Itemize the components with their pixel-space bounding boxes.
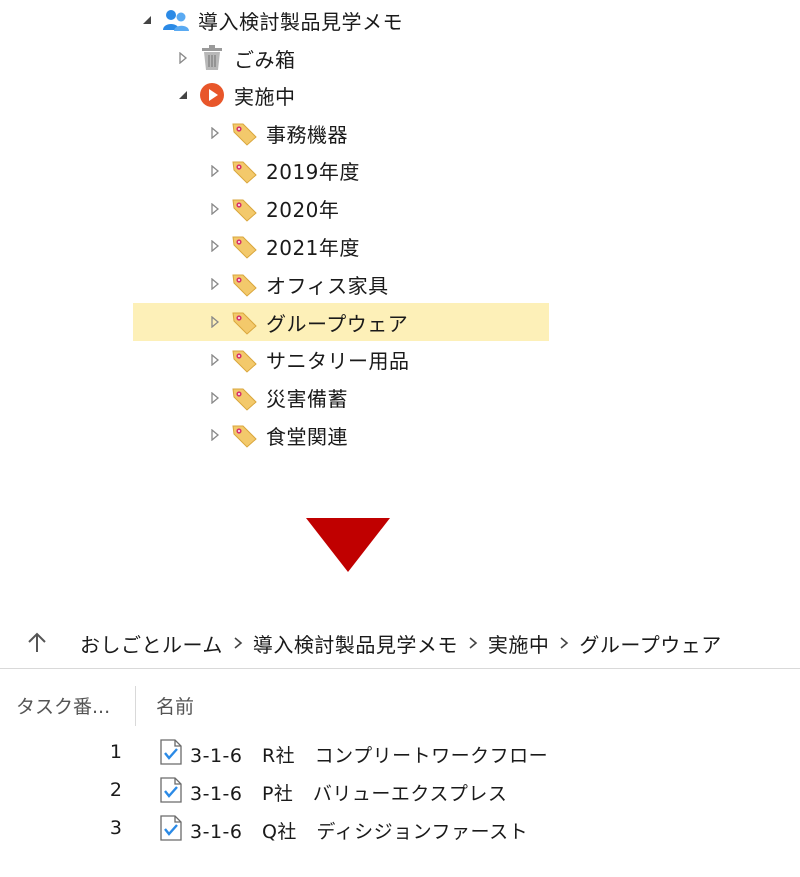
tree-node-label: 2021年度 <box>266 235 360 260</box>
column-header-name[interactable]: 名前 <box>156 692 194 719</box>
checked-document-icon <box>160 777 184 803</box>
tree-node-tag[interactable]: サニタリー用品 <box>208 342 410 378</box>
tree-node-active[interactable]: 実施中 <box>176 77 296 113</box>
tree-node-label: 食堂関連 <box>266 424 348 449</box>
tree-node-tag[interactable]: グループウェア <box>208 304 408 340</box>
expand-arrow-icon[interactable] <box>208 126 222 140</box>
collapse-arrow-icon[interactable] <box>140 13 154 27</box>
expand-arrow-icon[interactable] <box>208 391 222 405</box>
breadcrumb-item[interactable]: おしごとルーム <box>80 629 223 658</box>
tag-icon <box>230 421 258 449</box>
tag-icon <box>230 384 258 412</box>
tag-icon <box>230 195 258 223</box>
tree-node-label: 災害備蓄 <box>266 387 348 412</box>
column-divider[interactable] <box>135 686 136 726</box>
tag-icon <box>230 270 258 298</box>
tree-node-label: 2020年 <box>266 198 340 223</box>
column-header-task-number[interactable]: タスク番... <box>16 692 110 719</box>
breadcrumb-item[interactable]: 実施中 <box>488 629 550 658</box>
tree-node-tag[interactable]: 食堂関連 <box>208 417 348 453</box>
file-name: 3-1-6 P社 バリューエクスプレス <box>190 783 508 805</box>
tree-node-label: 事務機器 <box>266 122 348 147</box>
collapse-arrow-icon[interactable] <box>176 88 190 102</box>
tree-node-root-label: 導入検討製品見学メモ <box>198 9 403 34</box>
list-row[interactable]: 3 3-1-6 Q社 ディシジョンファースト <box>0 809 800 847</box>
tag-icon <box>230 232 258 260</box>
tree-node-label: グループウェア <box>266 311 409 336</box>
checked-document-icon <box>160 739 184 765</box>
tree-node-trash[interactable]: ごみ箱 <box>176 40 296 76</box>
chevron-right-icon[interactable] <box>549 636 579 650</box>
breadcrumb-item[interactable]: 導入検討製品見学メモ <box>253 629 458 658</box>
tag-icon <box>230 308 258 336</box>
tree-node-label: オフィス家具 <box>266 273 389 298</box>
up-arrow-icon[interactable] <box>24 630 50 656</box>
tree-node-active-label: 実施中 <box>234 84 296 109</box>
breadcrumb: おしごとルーム 導入検討製品見学メモ 実施中 グループウェア <box>80 618 722 668</box>
column-headers: タスク番... 名前 <box>0 680 800 730</box>
expand-arrow-icon[interactable] <box>208 428 222 442</box>
list-row[interactable]: 2 3-1-6 P社 バリューエクスプレス <box>0 771 800 809</box>
chevron-right-icon[interactable] <box>223 636 253 650</box>
tag-icon <box>230 157 258 185</box>
expand-arrow-icon[interactable] <box>208 164 222 178</box>
users-icon <box>162 6 190 34</box>
play-circle-icon <box>198 81 226 109</box>
breadcrumb-bar: おしごとルーム 導入検討製品見学メモ 実施中 グループウェア <box>0 618 800 668</box>
expand-arrow-icon[interactable] <box>208 277 222 291</box>
tree-node-trash-label: ごみ箱 <box>234 47 296 72</box>
task-number: 3 <box>109 817 122 839</box>
expand-arrow-icon[interactable] <box>208 202 222 216</box>
checked-document-icon <box>160 815 184 841</box>
expand-arrow-icon[interactable] <box>208 353 222 367</box>
task-number: 1 <box>109 741 122 763</box>
folder-tree: 導入検討製品見学メモ ごみ箱 実施中 事務機器 2019年度 2020年 202… <box>0 0 800 460</box>
task-number: 2 <box>109 779 122 801</box>
trash-icon <box>198 44 226 72</box>
tag-icon <box>230 346 258 374</box>
expand-arrow-icon[interactable] <box>208 315 222 329</box>
tree-node-tag[interactable]: 災害備蓄 <box>208 380 348 416</box>
tree-node-tag[interactable]: 2019年度 <box>208 153 360 189</box>
divider <box>0 668 800 669</box>
down-arrow-icon <box>306 518 390 572</box>
tree-node-tag[interactable]: 事務機器 <box>208 115 348 151</box>
expand-arrow-icon[interactable] <box>208 239 222 253</box>
tree-node-label: 2019年度 <box>266 160 360 185</box>
tree-node-tag[interactable]: 2021年度 <box>208 228 360 264</box>
tree-node-label: サニタリー用品 <box>266 349 410 374</box>
tree-node-tag[interactable]: 2020年 <box>208 191 339 227</box>
list-row[interactable]: 1 3-1-6 R社 コンプリートワークフロー <box>0 733 800 771</box>
breadcrumb-item-current[interactable]: グループウェア <box>579 629 721 658</box>
tree-node-root[interactable]: 導入検討製品見学メモ <box>140 2 403 38</box>
tag-icon <box>230 119 258 147</box>
chevron-right-icon[interactable] <box>458 636 488 650</box>
file-name: 3-1-6 Q社 ディシジョンファースト <box>190 821 529 843</box>
file-name: 3-1-6 R社 コンプリートワークフロー <box>190 745 549 767</box>
expand-arrow-icon[interactable] <box>176 51 190 65</box>
tree-node-tag[interactable]: オフィス家具 <box>208 266 389 302</box>
